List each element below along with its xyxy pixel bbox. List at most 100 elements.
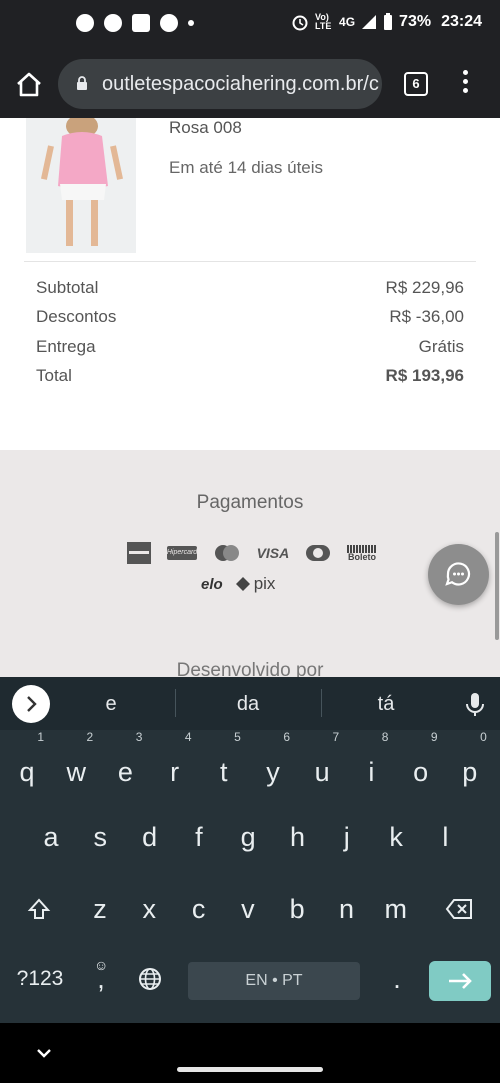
key-i[interactable]: i8 <box>348 731 394 801</box>
microphone-icon[interactable] <box>464 692 486 718</box>
subtotal-row: Subtotal R$ 229,96 <box>36 278 464 307</box>
shopping-bag-icon <box>132 14 150 32</box>
key-l[interactable]: l <box>422 808 468 866</box>
chat-icon <box>445 562 471 586</box>
payment-methods: Hipercard VISA Boleto <box>127 542 377 564</box>
key-w[interactable]: w2 <box>53 731 99 801</box>
key-b[interactable]: b <box>274 880 320 938</box>
amex-icon <box>127 542 151 564</box>
key-z[interactable]: z <box>77 880 123 938</box>
key-q[interactable]: q1 <box>4 731 50 801</box>
clock: 23:24 <box>441 13 482 30</box>
row-value: Grátis <box>418 336 464 356</box>
elo-icon: elo <box>201 575 223 593</box>
key-j[interactable]: j <box>324 808 370 866</box>
suggestion-1[interactable]: e <box>61 693 161 716</box>
key-y[interactable]: y6 <box>250 731 296 801</box>
total-row: Total R$ 193,96 <box>36 366 464 395</box>
more-notifications-icon <box>188 20 194 26</box>
language-key[interactable] <box>127 950 173 1008</box>
alarm-icon <box>292 15 308 31</box>
pix-icon: pix <box>235 574 275 594</box>
enter-key[interactable] <box>429 961 491 1001</box>
more-menu-icon[interactable] <box>460 70 470 98</box>
chevron-down-icon[interactable] <box>36 1047 52 1059</box>
divider <box>24 261 476 262</box>
globe-icon <box>139 968 161 990</box>
key-k[interactable]: k <box>373 808 419 866</box>
notification-app-icon <box>104 14 122 32</box>
spacebar[interactable]: EN • PT <box>188 962 360 1000</box>
hipercard-icon: Hipercard <box>166 546 197 560</box>
key-s[interactable]: s <box>77 808 123 866</box>
volte-label: Vo) LTE <box>315 12 332 31</box>
key-h[interactable]: h <box>275 808 321 866</box>
row-value: R$ -36,00 <box>389 307 464 327</box>
url-text: outletespacociahering.com.br/c <box>102 73 379 95</box>
discount-row: Descontos R$ -36,00 <box>36 307 464 336</box>
shift-icon <box>27 898 51 919</box>
key-v[interactable]: v <box>225 880 271 938</box>
backspace-key[interactable] <box>436 880 482 938</box>
expand-suggestions-button[interactable] <box>12 685 50 723</box>
notification-icons <box>76 14 194 32</box>
chevron-right-icon <box>27 696 37 712</box>
period-key[interactable]: . <box>374 950 420 1008</box>
row-label: Descontos <box>36 307 117 327</box>
scrollbar[interactable] <box>495 532 499 640</box>
status-bar: Vo) LTE 4G 73% 23:24 <box>0 0 500 50</box>
shift-key[interactable] <box>16 880 62 938</box>
facebook-icon <box>76 14 94 32</box>
signal-icon <box>362 15 377 29</box>
suggestion-2[interactable]: da <box>198 693 298 716</box>
suggestion-divider <box>175 689 176 717</box>
order-summary-page: Rosa 008 Em até 14 dias úteis Subtotal R… <box>0 118 500 677</box>
tab-switcher-button[interactable]: 6 <box>404 72 428 96</box>
key-x[interactable]: x <box>126 880 172 938</box>
notification-app-icon <box>160 14 178 32</box>
key-e[interactable]: e3 <box>102 731 148 801</box>
key-r[interactable]: r4 <box>152 731 198 801</box>
diners-icon <box>306 545 331 561</box>
key-g[interactable]: g <box>225 808 271 866</box>
key-o[interactable]: o9 <box>398 731 444 801</box>
shipping-row: Entrega Grátis <box>36 337 464 366</box>
key-f[interactable]: f <box>176 808 222 866</box>
browser-toolbar: outletespacociahering.com.br/c 6 <box>0 50 500 118</box>
payments-title: Pagamentos <box>196 492 304 513</box>
row-value: R$ 229,96 <box>385 278 464 297</box>
product-image <box>26 118 136 253</box>
key-p[interactable]: p0 <box>447 731 493 801</box>
suggestion-bar: e da tá <box>0 677 500 730</box>
suggestion-3[interactable]: tá <box>336 693 436 716</box>
boleto-icon: Boleto <box>346 544 377 562</box>
chat-button[interactable] <box>428 544 489 605</box>
soft-keyboard: e da tá q1w2e3r4t5y6u7i8o9p0 asdfghjkl z… <box>0 677 500 1023</box>
developed-by: Desenvolvido por <box>176 660 324 677</box>
delivery-estimate: Em até 14 dias úteis <box>169 158 324 177</box>
url-bar[interactable]: outletespacociahering.com.br/c <box>58 59 382 109</box>
key-u[interactable]: u7 <box>299 731 345 801</box>
key-c[interactable]: c <box>176 880 222 938</box>
row-label: Entrega <box>36 336 96 356</box>
key-t[interactable]: t5 <box>201 731 247 801</box>
network-type: 4G <box>339 15 356 29</box>
home-gesture-handle[interactable] <box>177 1067 323 1072</box>
mastercard-icon <box>214 545 239 561</box>
lock-icon <box>77 76 87 90</box>
row-label: Total <box>36 365 72 385</box>
row-value: R$ 193,96 <box>385 365 464 385</box>
comma-key[interactable]: ☺ , <box>78 950 124 1008</box>
key-n[interactable]: n <box>324 880 370 938</box>
system-status: Vo) LTE 4G 73% 23:24 <box>291 13 482 31</box>
symbols-key[interactable]: ?123 <box>8 950 72 1008</box>
home-icon[interactable] <box>14 70 44 100</box>
emoji-icon: ☺ <box>94 957 109 973</box>
visa-icon: VISA <box>256 545 290 561</box>
key-d[interactable]: d <box>127 808 173 866</box>
product-name: Rosa 008 <box>169 118 242 137</box>
row-label: Subtotal <box>36 278 99 297</box>
key-m[interactable]: m <box>373 880 419 938</box>
battery-percent: 73% <box>399 13 432 30</box>
key-a[interactable]: a <box>28 808 74 866</box>
